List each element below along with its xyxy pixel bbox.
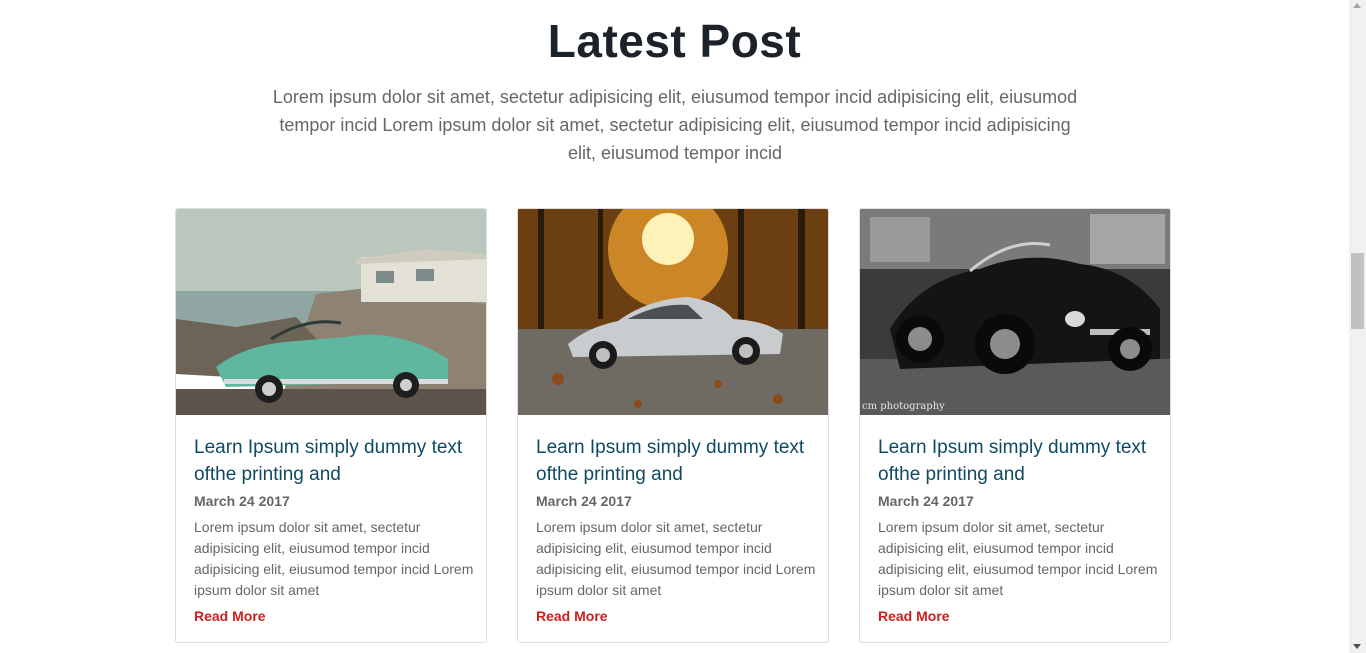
post-excerpt: Lorem ipsum dolor sit amet, sectetur adi… <box>878 519 1158 598</box>
section-intro: Lorem ipsum dolor sit amet, sectetur adi… <box>272 87 1078 163</box>
post-date: March 24 2017 <box>194 493 290 509</box>
vertical-scrollbar[interactable] <box>1349 0 1366 653</box>
section-title: Latest Post <box>547 15 802 67</box>
post-image[interactable] <box>176 209 486 415</box>
post-title[interactable]: Learn Ipsum simply dummy text ofthe prin… <box>536 434 816 488</box>
post-image[interactable] <box>518 209 828 415</box>
post-date: March 24 2017 <box>536 493 632 509</box>
post-title[interactable]: Learn Ipsum simply dummy text ofthe prin… <box>194 434 474 488</box>
photo-credit: cm photography <box>862 401 945 412</box>
scroll-up-arrow-icon[interactable] <box>1353 3 1361 8</box>
post-excerpt: Lorem ipsum dolor sit amet, sectetur adi… <box>194 519 474 598</box>
post-title[interactable]: Learn Ipsum simply dummy text ofthe prin… <box>878 434 1158 488</box>
scroll-down-arrow-icon[interactable] <box>1353 644 1361 649</box>
post-date: March 24 2017 <box>878 493 974 509</box>
post-image[interactable]: cm photography <box>860 209 1170 415</box>
post-card: Learn Ipsum simply dummy text ofthe prin… <box>175 208 487 643</box>
scroll-thumb[interactable] <box>1351 253 1364 329</box>
read-more-link[interactable]: Read More <box>536 608 608 624</box>
post-excerpt: Lorem ipsum dolor sit amet, sectetur adi… <box>536 519 816 598</box>
page: Latest Post Lorem ipsum dolor sit amet, … <box>0 0 1349 653</box>
read-more-link[interactable]: Read More <box>878 608 950 624</box>
post-card: cm photography Learn Ipsum simply dummy … <box>859 208 1171 643</box>
post-card: Learn Ipsum simply dummy text ofthe prin… <box>517 208 829 643</box>
read-more-link[interactable]: Read More <box>194 608 266 624</box>
